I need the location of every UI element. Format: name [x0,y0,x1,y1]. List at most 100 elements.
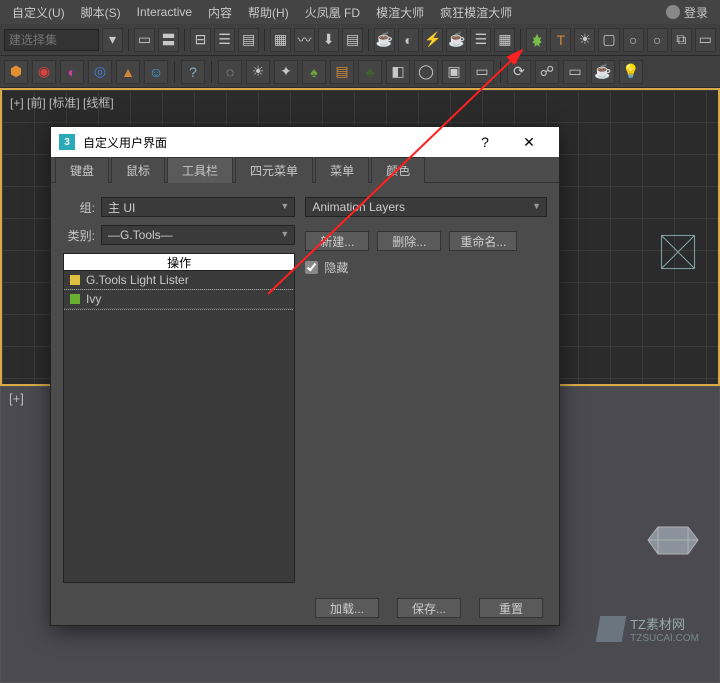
group-label: 组: [63,199,95,216]
viewport-label: [+] [前] [标准] [线框] [10,94,114,111]
new-button[interactable]: 新建... [305,231,369,251]
cube2-icon[interactable]: ◧ [386,60,410,84]
grid-icon[interactable]: ▦ [494,28,515,52]
category-value: —G.Tools— [108,228,173,242]
category-label: 类别: [63,227,95,244]
ring-icon[interactable]: ◯ [414,60,438,84]
building-icon[interactable]: ▤ [330,60,354,84]
tool-icon[interactable]: ▲ [116,60,140,84]
delete-button[interactable]: 删除... [377,231,441,251]
menu-content[interactable]: 内容 [200,4,240,21]
toolbar-icon[interactable]: 〓 [158,28,179,52]
help-button[interactable]: ? [463,127,507,157]
curve-editor-icon[interactable]: 〰 [294,28,315,52]
copy-icon[interactable]: ⧉ [671,28,692,52]
align-icon[interactable]: ⊟ [190,28,211,52]
tab-quad[interactable]: 四元菜单 [235,157,313,183]
layer-icon[interactable]: ▣ [442,60,466,84]
toolbar-combo-value: Animation Layers [312,200,405,214]
watermark: TZ素材网 TZSUCAI.COM [598,614,699,644]
customize-ui-dialog: 3 自定义用户界面 ? ✕ 键盘 鼠标 工具栏 四元菜单 菜单 颜色 组: 主 … [50,126,560,626]
tab-toolbar[interactable]: 工具栏 [167,157,233,183]
dialog-titlebar[interactable]: 3 自定义用户界面 ? ✕ [51,127,559,157]
material-icon[interactable]: ◐ [398,28,419,52]
action-icon [70,275,80,285]
circle2-icon[interactable]: ○ [647,28,668,52]
action-icon [70,294,80,304]
teapot2-icon[interactable]: ☕ [446,28,467,52]
menu-help[interactable]: 帮助(H) [240,4,297,21]
help-icon[interactable]: ? [181,60,205,84]
toolbar-combo[interactable]: Animation Layers [305,197,547,217]
screen-icon[interactable]: ▭ [563,60,587,84]
watermark-sub: TZSUCAI.COM [630,633,699,644]
teapot3-icon[interactable]: ☕ [591,60,615,84]
lamp-icon[interactable]: 💡 [619,60,643,84]
circle-icon[interactable]: ○ [623,28,644,52]
schematic-icon[interactable]: ▦ [270,28,291,52]
app-icon: 3 [59,134,75,150]
ivy-plugin-icon[interactable] [526,28,547,52]
options-icon[interactable]: ☰ [470,28,491,52]
action-row[interactable]: Ivy [64,290,294,309]
track-icon[interactable]: ⬇ [318,28,339,52]
reset-button[interactable]: 重置 [479,598,543,618]
refresh-icon[interactable]: ⟳ [507,60,531,84]
avatar-icon [666,5,680,19]
menu-customize[interactable]: 自定义(U) [4,4,73,21]
selection-set-dropdown[interactable] [4,29,99,51]
hide-checkbox[interactable] [305,261,318,274]
secondary-toolbar: ⬢ ◉ ◐ ◎ ▲ ☺ ? ◌ ☀ ✦ ♠ ▤ ♣ ◧ ◯ ▣ ▭ ⟳ ☍ ▭ … [0,56,720,88]
action-list-header: 操作 [63,253,295,271]
tool-icon[interactable]: ☺ [144,60,168,84]
tool-icon[interactable]: ◎ [88,60,112,84]
light-icon[interactable]: ☀ [246,60,270,84]
cube-icon[interactable]: ▢ [598,28,619,52]
menu-interactive[interactable]: Interactive [129,5,200,19]
menu-render-master[interactable]: 模渲大师 [368,4,432,21]
render-icon[interactable]: ⚡ [422,28,443,52]
tree2-icon[interactable]: ♣ [358,60,382,84]
dope-icon[interactable]: ▤ [342,28,363,52]
load-button[interactable]: 加载... [315,598,379,618]
menu-phoenix[interactable]: 火凤凰 FD [297,4,368,21]
stack-icon[interactable]: ▤ [238,28,259,52]
rename-button[interactable]: 重命名... [449,231,517,251]
plug-icon[interactable]: ☍ [535,60,559,84]
login-button[interactable]: 登录 [658,4,716,21]
save-button[interactable]: 保存... [397,598,461,618]
tab-keyboard[interactable]: 键盘 [55,157,109,183]
geometry-shaded-icon [643,522,703,562]
action-list[interactable]: G.Tools Light Lister Ivy [63,271,295,583]
category-combo[interactable]: —G.Tools— [101,225,295,245]
action-label: Ivy [86,292,101,306]
sun-icon[interactable]: ☀ [574,28,595,52]
tool-icon[interactable]: ◉ [32,60,56,84]
light-dir-icon[interactable]: ✦ [274,60,298,84]
tree-icon[interactable]: ♠ [302,60,326,84]
close-button[interactable]: ✕ [507,127,551,157]
watermark-title: TZ素材网 [630,617,685,632]
action-row[interactable]: G.Tools Light Lister [64,271,294,290]
dropdown-icon[interactable]: ▾ [102,28,123,52]
layers-icon[interactable]: ☰ [214,28,235,52]
dialog-tabs: 键盘 鼠标 工具栏 四元菜单 菜单 颜色 [51,157,559,183]
teapot-icon[interactable]: ☕ [374,28,395,52]
menu-bar: 自定义(U) 脚本(S) Interactive 内容 帮助(H) 火凤凰 FD… [0,0,720,24]
dialog-footer: 加载... 保存... 重置 [51,591,559,625]
tool-icon[interactable]: ⬢ [4,60,28,84]
action-label: G.Tools Light Lister [86,273,189,287]
tab-menu[interactable]: 菜单 [315,157,369,183]
menu-crazy-render[interactable]: 疯狂模渲大师 [432,4,520,21]
toolbar-icon[interactable]: ▭ [134,28,155,52]
frame-icon[interactable]: ▭ [470,60,494,84]
tab-mouse[interactable]: 鼠标 [111,157,165,183]
group-combo[interactable]: 主 UI [101,197,295,217]
bulb-icon[interactable]: ◌ [218,60,242,84]
square-icon[interactable]: ▭ [695,28,716,52]
login-label: 登录 [684,4,708,21]
tab-color[interactable]: 颜色 [371,157,425,183]
tool-icon[interactable]: ◐ [60,60,84,84]
t-tool-icon[interactable]: T [550,28,571,52]
menu-script[interactable]: 脚本(S) [73,4,129,21]
